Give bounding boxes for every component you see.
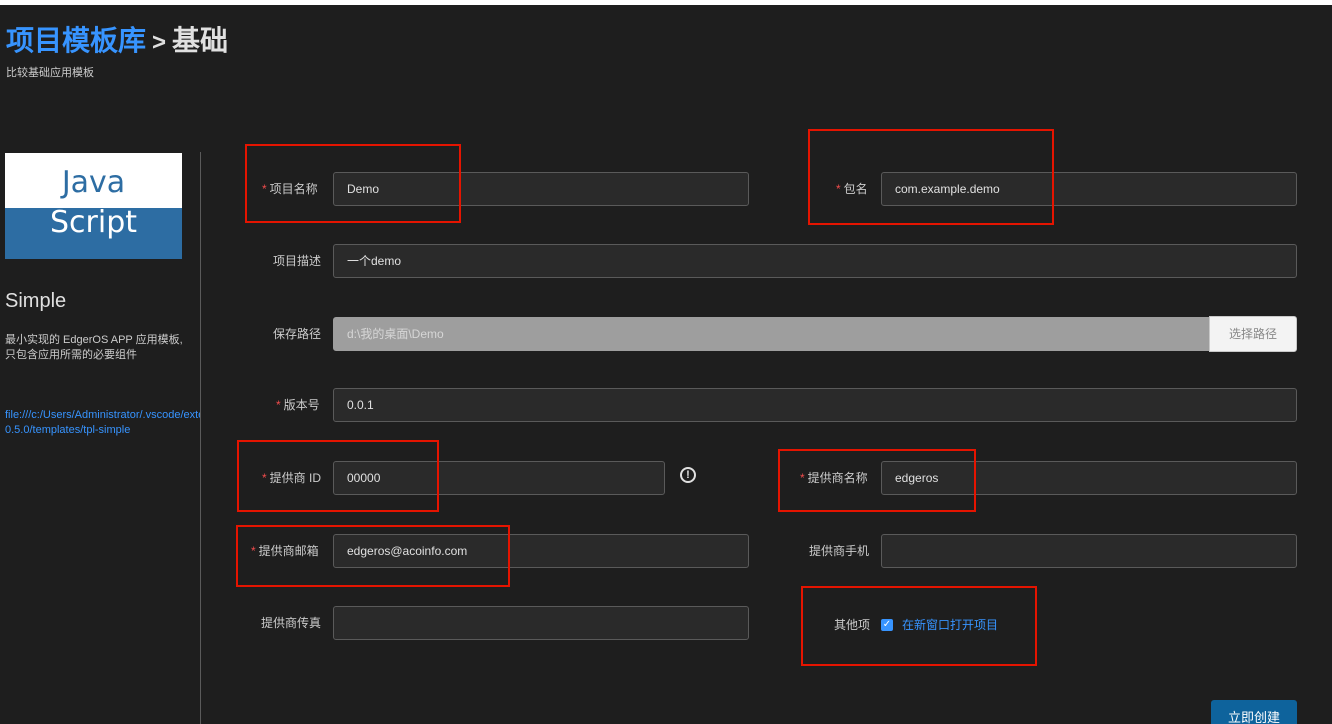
package-name-label: * 包名 — [836, 182, 868, 196]
logo-text-script: Script — [49, 205, 137, 240]
window-top-strip — [0, 0, 1332, 5]
version-label: * 版本号 — [276, 398, 320, 412]
choose-path-button[interactable]: 选择路径 — [1209, 316, 1297, 352]
breadcrumb-separator: > — [152, 29, 167, 56]
required-mark: * — [251, 544, 256, 558]
page-header: 项目模板库 > 基础 比较基础应用模板 — [6, 24, 228, 80]
project-desc-label: 项目描述 — [273, 254, 322, 268]
checkbox-checked-icon[interactable]: ✓ — [881, 619, 893, 631]
vendor-name-input[interactable]: edgeros — [881, 461, 1297, 495]
create-button[interactable]: 立即创建 — [1211, 700, 1297, 724]
project-desc-input[interactable]: 一个demo — [333, 244, 1297, 278]
page-subtitle: 比较基础应用模板 — [6, 67, 94, 79]
package-name-input[interactable]: com.example.demo — [881, 172, 1297, 206]
required-mark: * — [262, 471, 267, 485]
vendor-id-input[interactable]: 00000 — [333, 461, 665, 495]
template-path-link[interactable]: file:///c:/Users/Administrator/.vscode/e… — [5, 408, 200, 438]
required-mark: * — [800, 471, 805, 485]
vendor-fax-input[interactable] — [333, 606, 749, 640]
version-input[interactable]: 0.0.1 — [333, 388, 1297, 422]
vendor-name-label: * 提供商名称 — [800, 471, 868, 485]
template-name: Simple — [5, 290, 67, 312]
required-mark: * — [262, 182, 267, 196]
project-name-input[interactable]: Demo — [333, 172, 749, 206]
vendor-id-label: * 提供商 ID — [262, 471, 322, 485]
vendor-email-label: * 提供商邮箱 — [251, 544, 319, 558]
vendor-fax-label: 提供商传真 — [261, 616, 322, 630]
save-path-label: 保存路径 — [273, 327, 322, 341]
template-description: 最小实现的 EdgerOS APP 应用模板, 只包含应用所需的必要组件 — [5, 334, 183, 361]
save-path-input: d:\我的桌面\Demo — [333, 317, 1210, 351]
vendor-phone-input[interactable] — [881, 534, 1297, 568]
logo-text-java: Java — [61, 165, 126, 200]
sidebar-divider — [200, 152, 201, 724]
info-icon[interactable]: ! — [680, 467, 696, 483]
required-mark: * — [276, 398, 281, 412]
breadcrumb-root[interactable]: 项目模板库 — [6, 25, 146, 56]
vendor-phone-label: 提供商手机 — [809, 544, 870, 558]
breadcrumb-current: 基础 — [172, 25, 229, 56]
project-name-label: * 项目名称 — [262, 182, 318, 196]
template-path-line1[interactable]: file:///c:/Users/Administrator/.vscode/e… — [5, 408, 200, 423]
breadcrumb: 项目模板库 > 基础 — [6, 24, 228, 60]
vendor-email-input[interactable]: edgeros@acoinfo.com — [333, 534, 749, 568]
other-options-label: 其他项 — [834, 618, 871, 632]
open-in-new-window-label[interactable]: 在新窗口打开项目 — [902, 612, 998, 638]
javascript-logo: Java Script — [5, 153, 182, 259]
template-path-line2[interactable]: 0.5.0/templates/tpl-simple — [5, 423, 200, 438]
required-mark: * — [836, 182, 841, 196]
